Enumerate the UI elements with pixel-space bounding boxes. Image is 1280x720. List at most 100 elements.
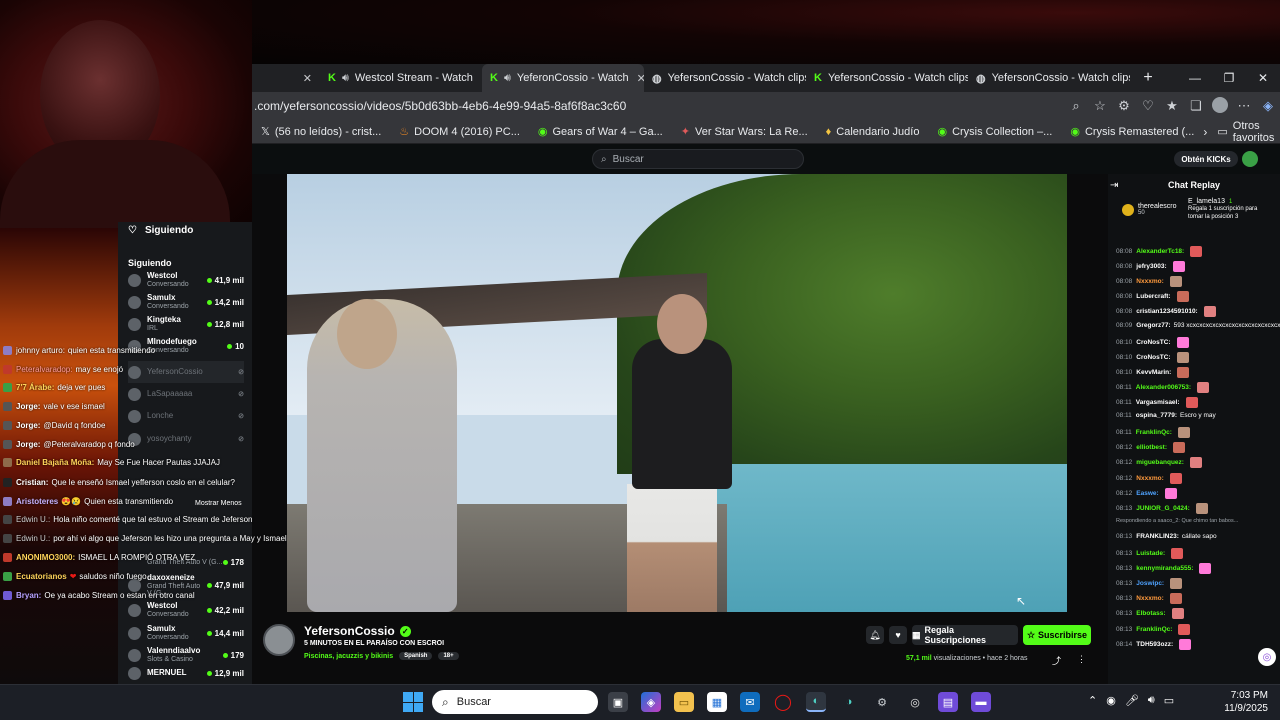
chat-username[interactable]: kennymiranda555: [1136,565,1193,572]
profile-icon[interactable] [1208,96,1232,116]
follow-button[interactable]: ♥ [889,626,907,644]
user-avatar[interactable] [1242,151,1258,167]
chat-username[interactable]: CroNosTC: [1136,339,1170,346]
settings-gear-icon[interactable]: ⚙ [872,692,892,712]
battery-icon[interactable]: ▭ [1164,694,1174,707]
minimize-icon[interactable]: — [1178,71,1212,85]
menu-dots-icon[interactable]: ⋯ [1232,98,1256,114]
bookmark-item[interactable]: ◉ Crysis Remastered (... [1061,125,1203,139]
sidebar-channel[interactable]: yosoychanty ⊘ [128,428,244,450]
sidebar-header[interactable]: ♡ Siguiendo [128,225,193,236]
subscribe-button[interactable]: ☆ Suscribirse [1023,625,1091,645]
chat-username[interactable]: Vargasmisael: [1136,399,1180,406]
clock[interactable]: 7:03 PM 11/9/2025 [1218,689,1268,715]
sidebar-channel[interactable]: Kingteka IRL 12,8 mil [128,313,244,335]
file-explorer-icon[interactable]: ▭ [674,692,694,712]
sidebar-channel[interactable]: Lonche ⊘ [128,405,244,427]
copilot-app-icon[interactable]: ◈ [641,692,661,712]
chat-username[interactable]: TDH593ozz: [1136,641,1173,648]
tag-badge[interactable]: 18+ [438,652,459,660]
browser-tab[interactable] [252,64,260,92]
browser-tab-5[interactable]: KYefersonCossio - Watch clips✕ [806,64,968,92]
bookmark-item[interactable]: 𝕏 (56 no leídos) - crist... [252,125,390,139]
chat-username[interactable]: Luistade: [1136,550,1165,557]
sidebar-channel[interactable]: Westcol Conversando 41,9 mil [128,269,244,291]
microphone-icon[interactable]: 🎤︎ [1125,694,1139,707]
windows-start-icon[interactable] [403,692,423,712]
browser-tab-1[interactable]: ✕ [260,64,320,92]
taskbar-search[interactable]: ⌕ Buscar [432,690,598,714]
chat-username[interactable]: cristian1234591010: [1136,308,1197,315]
chat-username[interactable]: Elbotass: [1136,610,1165,617]
share-icon[interactable]: ⤴ [1052,654,1061,667]
chat-username[interactable]: Lubercraft: [1136,293,1170,300]
maximize-icon[interactable]: ❐ [1212,71,1246,85]
chat-username[interactable]: ospina_7779: [1136,412,1177,419]
chat-username[interactable]: jefry3003: [1136,263,1166,270]
channel-avatar[interactable] [263,624,295,656]
sidebar-channel[interactable]: Samulx Conversando 14,4 mil [128,622,244,644]
gift-leaderboard[interactable]: E_lamela13 1 Regala 1 suscripción para tom… [1188,198,1268,221]
zoom-icon[interactable]: ⌕ [1064,98,1088,114]
bookmark-item[interactable]: ♨ DOOM 4 (2016) PC... [390,125,529,139]
sidebar-channel[interactable]: Samulx Conversando 14,2 mil [128,291,244,313]
browser-essentials-icon[interactable]: ♡ [1136,98,1160,114]
chat-username[interactable]: Nxxxmo: [1136,278,1163,285]
chat-username[interactable]: KevvMarin: [1136,369,1171,376]
get-kicks-button[interactable]: Obtén KICKs [1174,151,1238,167]
chat-username[interactable]: Alexander006753: [1136,384,1191,391]
chat-username[interactable]: JUNIOR_G_0424: [1136,505,1189,512]
category-link[interactable]: Piscinas, jacuzzis y bikinis [304,653,393,660]
chevron-up-icon[interactable]: ⌃ [1088,694,1097,707]
bookmark-item[interactable]: ✦ Ver Star Wars: La Re... [672,125,817,139]
chat-username[interactable]: CroNosTC: [1136,354,1170,361]
close-icon[interactable]: ✕ [637,72,644,85]
favorites-icon[interactable]: ★ [1160,98,1184,114]
chat-username[interactable]: Easwe: [1136,490,1158,497]
close-icon[interactable]: ✕ [303,72,312,85]
chat-username[interactable]: Joswipc: [1136,580,1164,587]
channel-name[interactable]: YefersonCossio ✓ [304,624,411,638]
chat-username[interactable]: FranklinQc: [1136,429,1172,436]
copilot-icon[interactable]: ◈ [1256,98,1280,114]
chat-settings-icon[interactable]: ◎ [1258,648,1276,666]
opera-icon[interactable]: ◯ [773,692,793,712]
bookmark-item[interactable]: ◉ Crysis Collection –... [928,125,1061,139]
outlook-icon[interactable]: ✉ [740,692,760,712]
chevron-right-icon[interactable]: › [1203,125,1207,139]
chat-username[interactable]: Nxxxmo: [1136,475,1163,482]
video-editor-icon[interactable]: ▬ [971,692,991,712]
sidebar-channel[interactable]: LaSapaaaaa ⊘ [128,383,244,405]
new-tab-button[interactable]: + [1136,69,1160,87]
camera-icon[interactable]: ◉ [1106,694,1116,707]
sidebar-channel[interactable]: YefersonCossio ⊘ [128,361,244,383]
bookmark-item[interactable]: ♦ Calendario Judío [817,126,929,138]
browser-tab-active[interactable]: K 🔊︎ YeferonCossio - Watch ✕ [482,64,644,92]
top-gifter[interactable]: therealescro 50 [1122,203,1177,216]
show-less-button[interactable]: Mostrar Menos [195,500,242,507]
browser-tab-2[interactable]: K🔊︎Westcol Stream - Watch✕ [320,64,482,92]
browser-tab-6[interactable]: ◍YefersonCossio - Watch clips✕ [968,64,1130,92]
chat-username[interactable]: Gregorz77: [1136,322,1170,329]
sidebar-channel[interactable]: Westcol Conversando 42,2 mil [128,599,244,621]
search-input[interactable]: ⌕ Buscar [592,149,804,169]
notification-bell-button[interactable]: 🔔︎ [866,626,884,644]
extensions-icon[interactable]: ⚙ [1112,98,1136,114]
volume-icon[interactable]: 🔊︎ [1148,694,1155,707]
chat-username[interactable]: FRANKLIN23: [1136,533,1179,540]
steam-icon[interactable]: ◎ [905,692,925,712]
chat-username[interactable]: elliotbest: [1136,444,1167,451]
chat-username[interactable]: FranklinQc: [1136,626,1172,633]
chat-username[interactable]: AlexanderTc18: [1136,248,1184,255]
bookmark-item[interactable]: ◉ Gears of War 4 – Ga... [529,125,672,139]
chat-username[interactable]: miguebanquez: [1136,459,1184,466]
edge-icon[interactable]: ◐ [806,692,826,712]
sidebar-channel[interactable]: MERNUEL 12,9 mil [128,662,244,684]
video-player[interactable] [287,174,1067,612]
close-window-icon[interactable]: ✕ [1246,71,1280,85]
browser-tab-4[interactable]: ◍YefersonCossio - Watch clips✕ [644,64,806,92]
speaker-icon[interactable]: 🔊︎ [342,72,349,85]
task-view-icon[interactable]: ▣ [608,692,628,712]
collections-icon[interactable]: ❏ [1184,98,1208,114]
twitch-icon[interactable]: ▤ [938,692,958,712]
